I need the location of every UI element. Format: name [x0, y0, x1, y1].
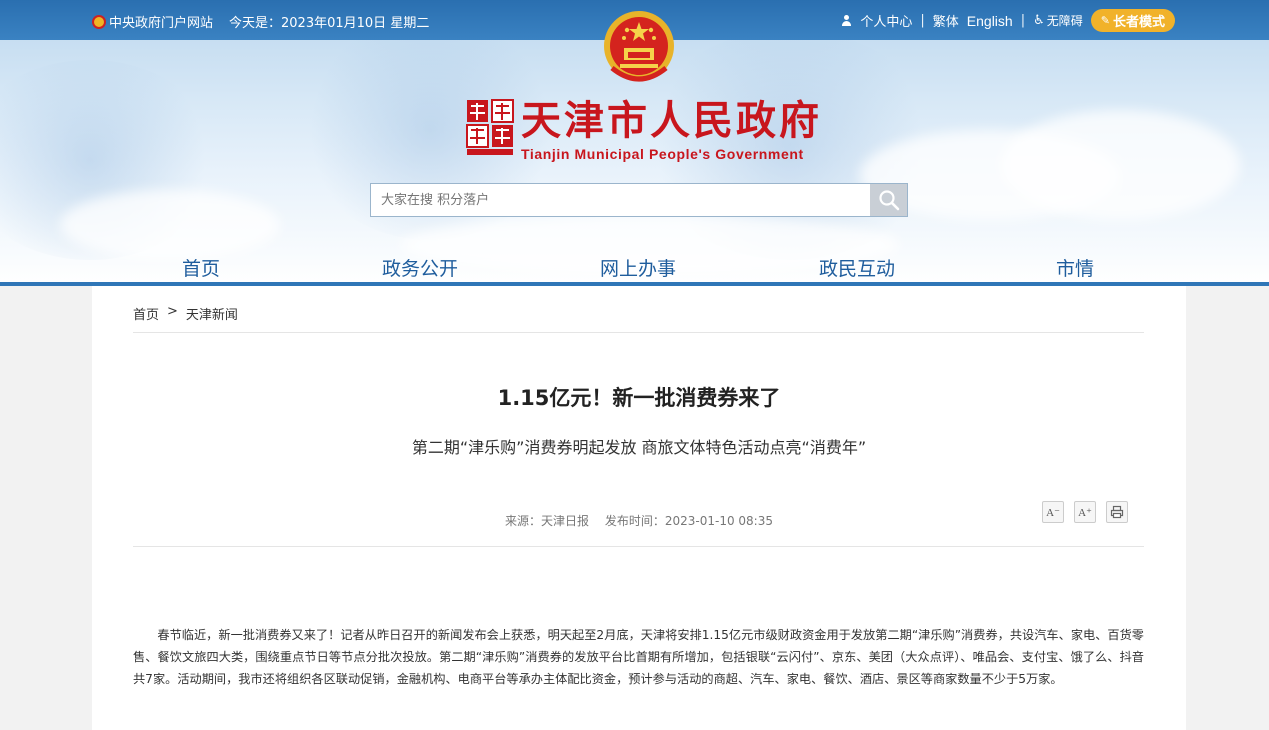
- elder-icon: ✎: [1100, 14, 1110, 27]
- logo-seal-icon: [465, 98, 515, 156]
- article-title: 1.15亿元！新一批消费券来了: [497, 386, 781, 410]
- breadcrumb-current[interactable]: 天津新闻: [186, 304, 238, 323]
- print-button[interactable]: [1106, 501, 1128, 523]
- national-emblem-icon: [602, 8, 676, 88]
- breadcrumb-separator: >: [167, 304, 178, 319]
- nav-item-home[interactable]: 首页: [182, 254, 220, 281]
- article-body: 春节临近，新一批消费券又来了！记者从昨日召开的新闻发布会上获悉，明天起至2月底，…: [133, 628, 1144, 686]
- article-tools: A⁻ A⁺: [1042, 501, 1128, 523]
- search-box: [370, 183, 908, 217]
- english-link[interactable]: English: [967, 13, 1013, 29]
- article-meta: 来源：天津日报 发布时间：2023-01-10 08:35: [92, 512, 1186, 529]
- personal-center-link[interactable]: 个人中心: [860, 11, 912, 30]
- nav-item-online-services[interactable]: 网上办事: [600, 254, 676, 281]
- breadcrumb: 首页 > 天津新闻: [133, 304, 238, 323]
- elder-mode-label: 长者模式: [1112, 15, 1165, 30]
- date-text: 今天是：2023年01月10日 星期二: [229, 16, 430, 31]
- traditional-chinese-link[interactable]: 繁体: [933, 11, 959, 30]
- portal-label: 中央政府门户网站: [109, 16, 214, 31]
- font-increase-button[interactable]: A⁺: [1074, 501, 1096, 523]
- separator: |: [920, 13, 925, 28]
- nav-item-city-info[interactable]: 市情: [1056, 254, 1094, 281]
- divider: [133, 546, 1144, 547]
- article-subtitle: 第二期“津乐购”消费券明起发放 商旅文体特色活动点亮“消费年”: [411, 438, 867, 457]
- search-button[interactable]: [870, 184, 907, 216]
- article-publish-time: 发布时间：2023-01-10 08:35: [604, 514, 773, 528]
- site-logo[interactable]: 天津市人民政府 Tianjin Municipal People's Gover…: [465, 98, 822, 162]
- main-nav: 首页 政务公开 网上办事 政民互动 市情: [0, 250, 1269, 286]
- separator: |: [1020, 13, 1026, 28]
- breadcrumb-home[interactable]: 首页: [133, 304, 159, 323]
- emblem-icon: [92, 14, 106, 29]
- nav-item-interaction[interactable]: 政民互动: [819, 254, 895, 281]
- user-icon: [841, 15, 852, 26]
- divider: [133, 332, 1144, 333]
- article-container: 首页 > 天津新闻 1.15亿元！新一批消费券来了 第二期“津乐购”消费券明起发…: [92, 286, 1186, 730]
- accessibility-link[interactable]: ♿ 无障碍: [1033, 12, 1083, 29]
- search-icon: [878, 190, 899, 211]
- font-decrease-button[interactable]: A⁻: [1042, 501, 1064, 523]
- elder-mode-button[interactable]: ✎ 长者模式: [1090, 9, 1175, 32]
- article-source: 来源：天津日报: [505, 514, 590, 528]
- print-icon: [1110, 505, 1124, 519]
- search-input[interactable]: [371, 184, 870, 216]
- site-name-cn: 天津市人民政府: [521, 98, 822, 144]
- wheelchair-icon: ♿: [1033, 13, 1045, 28]
- nav-item-government-affairs[interactable]: 政务公开: [382, 254, 458, 281]
- site-name-en: Tianjin Municipal People's Government: [521, 146, 804, 162]
- portal-link[interactable]: 中央政府门户网站: [92, 12, 213, 31]
- accessibility-label: 无障碍: [1046, 14, 1083, 28]
